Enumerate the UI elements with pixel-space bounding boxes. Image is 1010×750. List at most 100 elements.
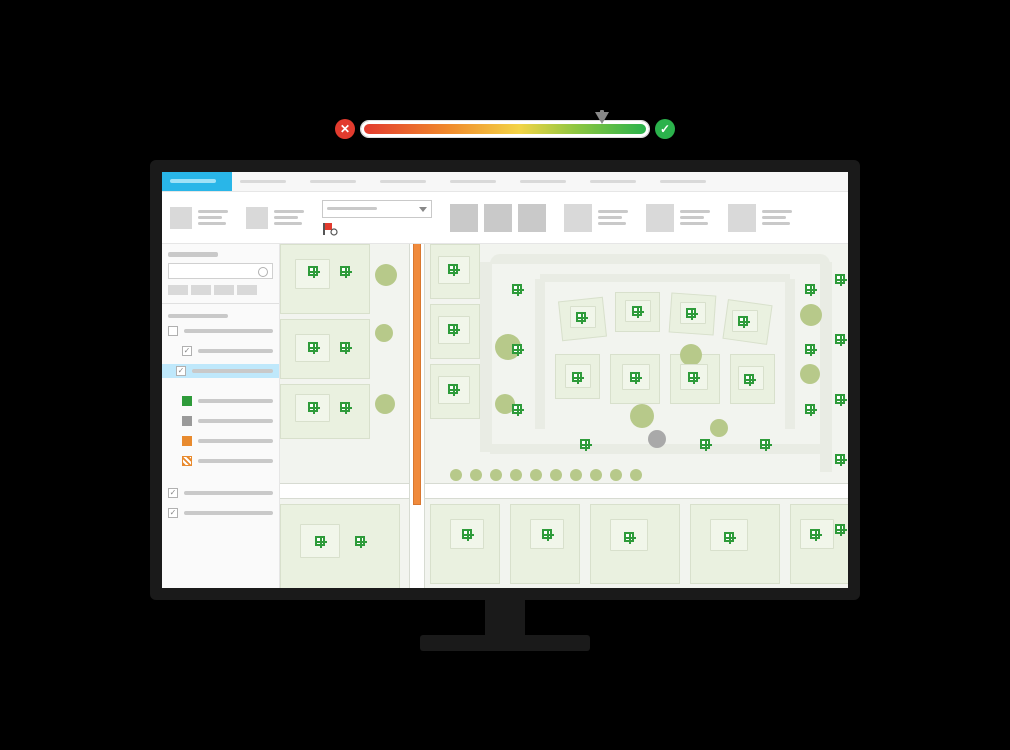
map-marker[interactable]	[724, 532, 734, 542]
map-marker[interactable]	[835, 454, 845, 464]
map-marker[interactable]	[632, 306, 642, 316]
map-marker[interactable]	[835, 524, 845, 534]
tab-2[interactable]	[302, 172, 372, 191]
checkbox[interactable]	[168, 508, 178, 518]
monitor-stand-base	[420, 635, 590, 651]
map-marker[interactable]	[572, 372, 582, 382]
map-marker[interactable]	[308, 266, 318, 276]
chip-1[interactable]	[168, 285, 188, 295]
tab-4[interactable]	[442, 172, 512, 191]
layer-row-2-selected[interactable]	[162, 364, 279, 378]
map-marker[interactable]	[308, 342, 318, 352]
map-marker[interactable]	[448, 324, 458, 334]
highlighted-road	[414, 244, 420, 504]
app-screen	[162, 172, 848, 588]
map-marker[interactable]	[805, 284, 815, 294]
sidebar-section-label	[168, 314, 228, 318]
map-marker[interactable]	[760, 439, 770, 449]
map-marker[interactable]	[308, 402, 318, 412]
map-marker[interactable]	[512, 404, 522, 414]
map-marker[interactable]	[624, 532, 634, 542]
swatch-hatch-icon	[182, 456, 192, 466]
score-thumb[interactable]	[595, 112, 609, 124]
map-marker[interactable]	[810, 529, 820, 539]
map-marker[interactable]	[542, 529, 552, 539]
map-marker[interactable]	[448, 384, 458, 394]
chip-2[interactable]	[191, 285, 211, 295]
tab-active[interactable]	[162, 172, 232, 191]
layer-row-0[interactable]	[168, 324, 273, 338]
ribbon-icon	[646, 204, 674, 232]
ribbon-group-1[interactable]	[170, 207, 228, 229]
sidebar-title	[168, 252, 218, 257]
checkbox[interactable]	[182, 346, 192, 356]
ribbon-select[interactable]	[322, 200, 432, 218]
map-marker[interactable]	[576, 312, 586, 322]
ribbon-button-1[interactable]	[450, 204, 478, 232]
flag-icon[interactable]	[322, 222, 338, 236]
ribbon-label	[762, 210, 792, 225]
map-marker[interactable]	[835, 274, 845, 284]
map-marker[interactable]	[355, 536, 365, 546]
map-marker[interactable]	[340, 402, 350, 412]
tab-strip	[162, 172, 848, 192]
map-marker[interactable]	[744, 374, 754, 384]
main-area	[162, 244, 848, 588]
map-marker[interactable]	[688, 372, 698, 382]
map-marker[interactable]	[462, 529, 472, 539]
footer-check-0[interactable]	[168, 486, 273, 500]
sidebar-search[interactable]	[168, 263, 273, 279]
checkbox[interactable]	[168, 326, 178, 336]
tab-6[interactable]	[582, 172, 652, 191]
legend-row-orange	[168, 434, 273, 448]
monitor-frame	[150, 160, 860, 600]
map-marker[interactable]	[700, 439, 710, 449]
swatch-orange-icon	[182, 436, 192, 446]
ribbon-icon	[564, 204, 592, 232]
tab-label	[170, 179, 216, 183]
monitor-stand-neck	[485, 600, 525, 640]
tab-3[interactable]	[372, 172, 442, 191]
legend-row-green	[168, 394, 273, 408]
chip-4[interactable]	[237, 285, 257, 295]
map-marker[interactable]	[630, 372, 640, 382]
checkbox[interactable]	[176, 366, 186, 376]
ribbon	[162, 192, 848, 244]
ribbon-group-5[interactable]	[728, 204, 792, 232]
map-marker[interactable]	[340, 266, 350, 276]
map-marker[interactable]	[315, 536, 325, 546]
map-marker[interactable]	[512, 344, 522, 354]
footer-check-1[interactable]	[168, 506, 273, 520]
map-marker[interactable]	[686, 308, 696, 318]
map-canvas[interactable]	[280, 244, 848, 588]
map-marker[interactable]	[580, 439, 590, 449]
map-marker[interactable]	[340, 342, 350, 352]
swatch-green-icon	[182, 396, 192, 406]
swatch-gray-icon	[182, 416, 192, 426]
score-track[interactable]	[361, 121, 649, 137]
ribbon-label	[598, 210, 628, 225]
map-marker[interactable]	[835, 394, 845, 404]
map-marker[interactable]	[448, 264, 458, 274]
map-gray-marker[interactable]	[648, 430, 666, 448]
tab-5[interactable]	[512, 172, 582, 191]
ribbon-label	[680, 210, 710, 225]
tab-7[interactable]	[652, 172, 722, 191]
map-marker[interactable]	[738, 316, 748, 326]
checkbox[interactable]	[168, 488, 178, 498]
ribbon-group-3[interactable]	[564, 204, 628, 232]
ribbon-icon	[246, 207, 268, 229]
map-marker[interactable]	[512, 284, 522, 294]
map-marker[interactable]	[805, 404, 815, 414]
ribbon-group-4[interactable]	[646, 204, 710, 232]
fail-icon: ✕	[335, 119, 355, 139]
chip-3[interactable]	[214, 285, 234, 295]
ribbon-group-2[interactable]	[246, 207, 304, 229]
tab-1[interactable]	[232, 172, 302, 191]
ribbon-button-2[interactable]	[484, 204, 512, 232]
map-marker[interactable]	[805, 344, 815, 354]
ribbon-button-3[interactable]	[518, 204, 546, 232]
layer-row-1[interactable]	[168, 344, 273, 358]
ribbon-icon	[728, 204, 756, 232]
map-marker[interactable]	[835, 334, 845, 344]
